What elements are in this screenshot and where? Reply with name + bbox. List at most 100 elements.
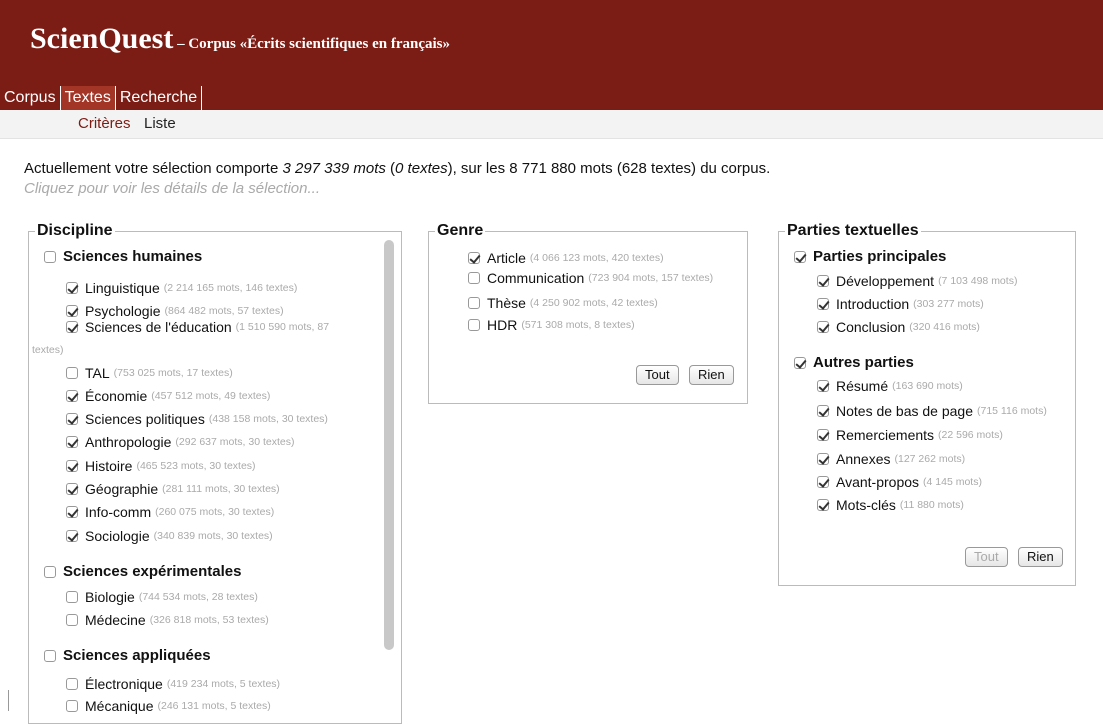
option-count: (246 131 mots, 5 textes) [157, 700, 271, 712]
checkbox[interactable] [66, 460, 78, 472]
checkbox[interactable] [817, 405, 829, 417]
option-annexes[interactable]: Annexes (127 262 mots) [817, 451, 965, 467]
genre-all-button[interactable]: Tout [636, 365, 679, 385]
subtab-liste[interactable]: Liste [140, 113, 180, 134]
checkbox[interactable] [66, 321, 78, 333]
checkbox[interactable] [66, 436, 78, 448]
option-count: (744 534 mots, 28 textes) [138, 591, 258, 603]
app-header: ScienQuest – Corpus «Écrits scientifique… [0, 0, 1103, 110]
checkbox[interactable] [66, 282, 78, 294]
option-label: Sciences appliquées [63, 647, 211, 664]
checkbox[interactable] [66, 678, 78, 690]
option-label: Sciences humaines [63, 248, 203, 265]
checkbox[interactable] [817, 453, 829, 465]
tab-textes[interactable]: Textes [60, 86, 116, 110]
checkbox[interactable] [817, 429, 829, 441]
option-count: (326 818 mots, 53 textes) [149, 614, 269, 626]
checkbox[interactable] [66, 530, 78, 542]
subtab-criteres[interactable]: Critères [74, 113, 135, 134]
option-label: HDR [487, 317, 518, 333]
option-these[interactable]: Thèse (4 250 902 mots, 42 textes) [468, 295, 658, 311]
option-communication[interactable]: Communication (723 904 mots, 157 textes) [468, 270, 713, 286]
group-autres-parties[interactable]: Autres parties [794, 354, 914, 371]
checkbox[interactable] [66, 413, 78, 425]
group-parties-principales[interactable]: Parties principales [794, 248, 946, 265]
genre-legend: Genre [437, 222, 484, 239]
option-label: Thèse [487, 295, 526, 311]
option-count: (4 250 902 mots, 42 textes) [529, 297, 658, 309]
option-mots-cles[interactable]: Mots-clés (11 880 mots) [817, 497, 964, 513]
option-resume[interactable]: Résumé (163 690 mots) [817, 378, 963, 394]
checkbox[interactable] [44, 565, 56, 578]
option-label: Article [487, 250, 526, 266]
checkbox[interactable] [468, 252, 480, 264]
option-geographie[interactable]: Géographie (281 111 mots, 30 textes) [66, 481, 280, 497]
option-label: Annexes [836, 451, 891, 467]
checkbox[interactable] [44, 649, 56, 662]
group-sciences-experimentales[interactable]: Sciences expérimentales [44, 563, 241, 580]
checkbox[interactable] [66, 506, 78, 518]
checkbox[interactable] [66, 700, 78, 712]
option-developpement[interactable]: Développement (7 103 498 mots) [817, 273, 1017, 289]
option-notes-de-bas-de-page[interactable]: Notes de bas de page (715 116 mots) [817, 403, 1047, 419]
checkbox[interactable] [817, 476, 829, 488]
checkbox[interactable] [44, 250, 56, 263]
option-count: (303 277 mots) [913, 298, 984, 310]
checkbox[interactable] [66, 305, 78, 317]
checkbox[interactable] [66, 483, 78, 495]
option-label: Sciences de l'éducation [85, 319, 232, 335]
group-sciences-humaines[interactable]: Sciences humaines [44, 248, 202, 265]
option-biologie[interactable]: Biologie (744 534 mots, 28 textes) [66, 589, 258, 605]
option-hdr[interactable]: HDR (571 308 mots, 8 textes) [468, 317, 635, 333]
option-count: (292 637 mots, 30 textes) [175, 436, 295, 448]
option-sciences-politiques[interactable]: Sciences politiques (438 158 mots, 30 tex… [66, 411, 328, 427]
checkbox[interactable] [66, 390, 78, 402]
option-mecanique[interactable]: Mécanique (246 131 mots, 5 textes) [66, 698, 271, 714]
checkbox[interactable] [468, 297, 480, 309]
tab-recherche[interactable]: Recherche [116, 86, 203, 110]
option-info-comm[interactable]: Info-comm (260 075 mots, 30 textes) [66, 504, 274, 520]
checkbox[interactable] [468, 319, 480, 331]
genre-none-button[interactable]: Rien [689, 365, 734, 385]
option-psychologie[interactable]: Psychologie (864 482 mots, 57 textes) [66, 303, 284, 319]
checkbox[interactable] [66, 614, 78, 626]
checkbox[interactable] [66, 367, 78, 379]
option-linguistique[interactable]: Linguistique (2 214 165 mots, 146 textes) [66, 280, 297, 296]
checkbox[interactable] [817, 321, 829, 333]
discipline-legend: Discipline [37, 222, 113, 239]
option-sciences-de-l-education[interactable]: Sciences de l'éducation (1 510 590 mots, … [66, 319, 329, 335]
checkbox[interactable] [468, 272, 480, 284]
option-count: (340 839 mots, 30 textes) [153, 530, 273, 542]
checkbox[interactable] [794, 356, 806, 369]
option-sociologie[interactable]: Sociologie (340 839 mots, 30 textes) [66, 528, 273, 544]
option-label: Introduction [836, 296, 910, 312]
option-label: Résumé [836, 378, 889, 394]
group-sciences-appliquees[interactable]: Sciences appliquées [44, 647, 211, 664]
tab-corpus[interactable]: Corpus [0, 86, 61, 110]
option-electronique[interactable]: Électronique (419 234 mots, 5 textes) [66, 676, 280, 692]
option-economie[interactable]: Économie (457 512 mots, 49 textes) [66, 388, 270, 404]
option-conclusion[interactable]: Conclusion (320 416 mots) [817, 319, 980, 335]
option-count: (465 523 mots, 30 textes) [136, 460, 256, 472]
parties-all-button[interactable]: Tout [965, 547, 1008, 567]
checkbox[interactable] [817, 380, 829, 392]
parties-none-button[interactable]: Rien [1018, 547, 1063, 567]
option-histoire[interactable]: Histoire (465 523 mots, 30 textes) [66, 458, 256, 474]
option-medecine[interactable]: Médecine (326 818 mots, 53 textes) [66, 612, 269, 628]
option-introduction[interactable]: Introduction (303 277 mots) [817, 296, 984, 312]
checkbox[interactable] [794, 250, 806, 263]
option-count: (571 308 mots, 8 textes) [521, 319, 635, 331]
checkbox[interactable] [817, 275, 829, 287]
option-count: (4 066 123 mots, 420 textes) [529, 252, 664, 264]
checkbox[interactable] [817, 298, 829, 310]
checkbox[interactable] [66, 591, 78, 603]
option-tal[interactable]: TAL (753 025 mots, 17 textes) [66, 365, 233, 381]
option-anthropologie[interactable]: Anthropologie (292 637 mots, 30 textes) [66, 434, 294, 450]
option-label: Mécanique [85, 698, 154, 714]
selection-details-link[interactable]: Cliquez pour voir les détails de la séle… [24, 180, 320, 197]
option-remerciements[interactable]: Remerciements (22 596 mots) [817, 427, 1003, 443]
option-avant-propos[interactable]: Avant-propos (4 145 mots) [817, 474, 982, 490]
checkbox[interactable] [817, 499, 829, 511]
option-article[interactable]: Article (4 066 123 mots, 420 textes) [468, 250, 664, 266]
discipline-scrollbar[interactable] [384, 240, 394, 650]
